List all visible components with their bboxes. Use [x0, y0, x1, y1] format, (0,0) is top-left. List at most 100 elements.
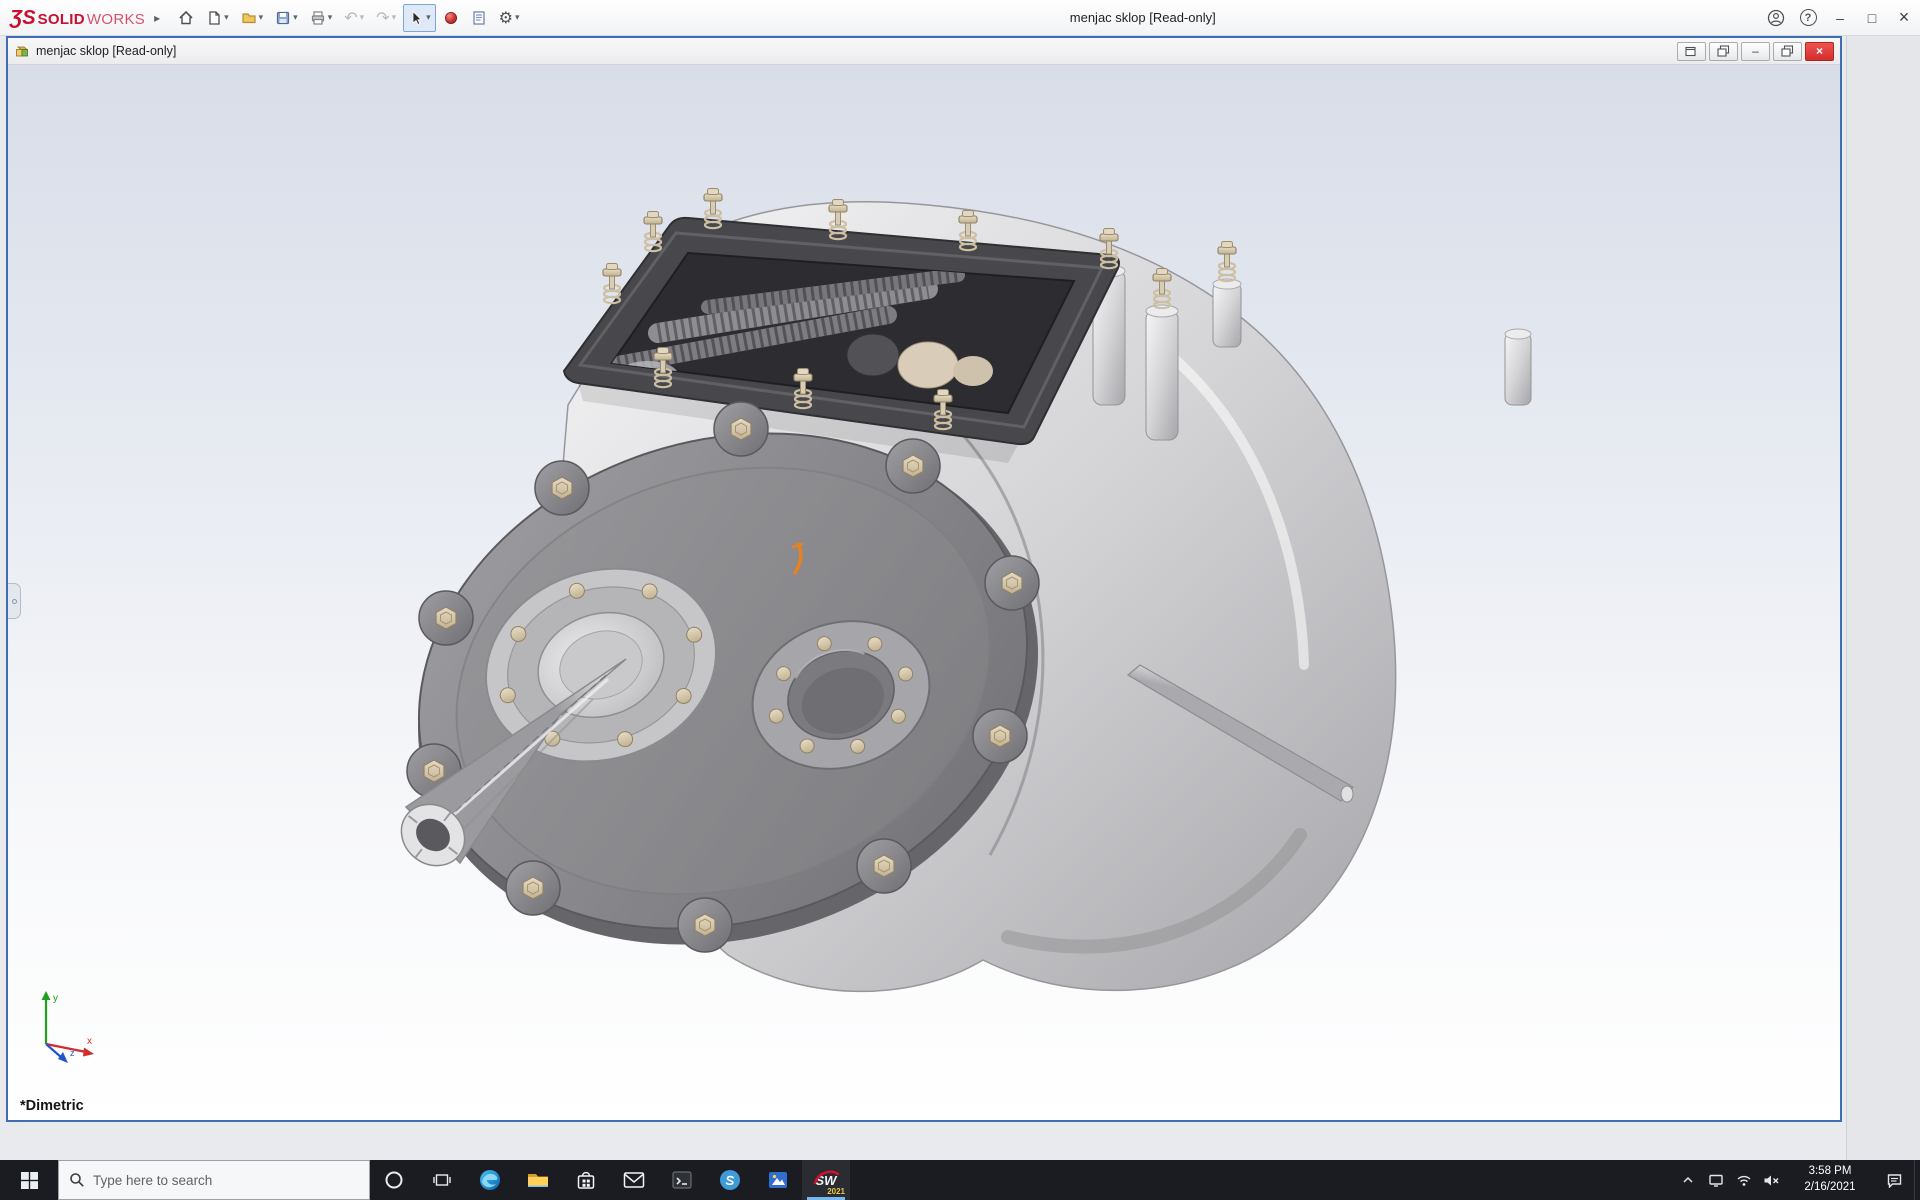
search-input[interactable]	[93, 1172, 359, 1188]
start-button[interactable]	[0, 1160, 58, 1200]
chevron-up-icon	[1683, 1176, 1693, 1183]
triad-z-label: z	[70, 1048, 75, 1058]
redo-dropdown-icon[interactable]: ▾	[392, 13, 397, 23]
open-dropdown-icon[interactable]: ▾	[259, 13, 264, 23]
clock-time: 3:58 PM	[1808, 1165, 1852, 1178]
sign-in-button[interactable]	[1760, 0, 1792, 36]
microsoft-store-button[interactable]	[562, 1160, 610, 1200]
gear-icon: ⚙	[498, 7, 513, 27]
app-titlebar: ƷS SOLID WORKS ▸ ▾ ▾ ▾ ▾ ↶ ▾ ↷ ▾ ▾ ⚙ ▾ m…	[0, 0, 1920, 36]
toolbar-expander-icon[interactable]: ▸	[154, 11, 160, 25]
solidworks-app-icon: SW 2021	[811, 1166, 845, 1196]
new-window-icon	[1685, 45, 1698, 57]
options-button[interactable]: ⚙ ▾	[494, 4, 525, 32]
photos-button[interactable]	[754, 1160, 802, 1200]
photos-icon	[769, 1172, 787, 1188]
skype-button[interactable]	[706, 1160, 754, 1200]
view-orientation-label: *Dimetric	[20, 1098, 84, 1114]
solidworks-app-button[interactable]: SW 2021	[802, 1160, 850, 1200]
task-pane-collapsed[interactable]	[1846, 36, 1920, 1160]
home-button[interactable]	[173, 4, 199, 32]
command-prompt-button[interactable]	[658, 1160, 706, 1200]
maximize-app-button[interactable]: □	[1856, 0, 1888, 36]
taskbar-clock[interactable]: 3:58 PM 2/16/2021	[1786, 1164, 1874, 1195]
logo-text-works: WORKS	[86, 10, 146, 28]
select-tool-dropdown-icon[interactable]: ▾	[426, 13, 431, 23]
select-tool-button[interactable]: ▾	[403, 3, 436, 32]
minimize-document-button[interactable]: –	[1741, 41, 1770, 61]
close-app-button[interactable]: ×	[1888, 0, 1920, 36]
help-icon: ?	[1799, 9, 1817, 26]
search-icon	[70, 1173, 84, 1187]
skype-icon	[720, 1170, 740, 1190]
file-properties-button[interactable]	[466, 4, 492, 32]
save-button[interactable]: ▾	[270, 4, 303, 32]
triad-y-label: y	[53, 993, 58, 1004]
edge-browser-button[interactable]	[466, 1160, 514, 1200]
action-center-button[interactable]	[1874, 1160, 1914, 1200]
restore-document-button[interactable]	[1773, 41, 1802, 61]
task-view-icon	[433, 1174, 451, 1186]
command-prompt-icon	[672, 1171, 692, 1189]
undo-dropdown-icon[interactable]: ▾	[360, 13, 365, 23]
task-view-button[interactable]	[418, 1160, 466, 1200]
solidworks-version-badge: 2021	[827, 1187, 845, 1196]
document-window: menjac sklop [Read-only] – × y x z *Dime…	[6, 36, 1842, 1122]
cortana-icon	[385, 1171, 403, 1189]
flyout-arrow-icon	[11, 598, 17, 604]
options-dropdown-icon[interactable]: ▾	[515, 13, 520, 23]
redo-button[interactable]: ↷ ▾	[371, 4, 401, 32]
appearance-button[interactable]	[438, 4, 464, 32]
close-document-button[interactable]: ×	[1805, 41, 1834, 61]
file-explorer-button[interactable]	[514, 1160, 562, 1200]
restore-icon	[1781, 45, 1794, 57]
minimize-app-button[interactable]: –	[1824, 0, 1856, 36]
network-tray-button[interactable]	[1730, 1160, 1758, 1200]
quick-access-toolbar: ▾ ▾ ▾ ▾ ↶ ▾ ↷ ▾ ▾ ⚙ ▾	[172, 0, 525, 35]
redo-icon: ↷	[376, 7, 390, 27]
file-explorer-icon	[528, 1174, 548, 1187]
clock-date: 2/16/2021	[1804, 1181, 1856, 1193]
file-properties-icon	[471, 10, 487, 26]
new-document-dropdown-icon[interactable]: ▾	[224, 13, 229, 23]
new-window-button[interactable]	[1677, 41, 1706, 61]
document-titlebar[interactable]: menjac sklop [Read-only] – ×	[8, 38, 1840, 65]
print-button[interactable]: ▾	[305, 4, 338, 32]
app-window-controls: ? – □ ×	[1760, 0, 1920, 35]
save-dropdown-icon[interactable]: ▾	[293, 13, 298, 23]
cascade-window-button[interactable]	[1709, 41, 1738, 61]
windows-taskbar: SW 2021	[0, 1160, 1920, 1200]
gearbox-3d-model[interactable]	[8, 65, 1840, 1120]
cascade-window-icon	[1717, 45, 1730, 57]
display-tray-button[interactable]	[1702, 1160, 1730, 1200]
print-icon	[310, 10, 326, 26]
triad-x-label: x	[87, 1036, 92, 1047]
taskbar-search[interactable]	[58, 1160, 370, 1200]
save-icon	[275, 10, 291, 26]
show-desktop-button[interactable]	[1914, 1160, 1920, 1200]
volume-tray-button[interactable]	[1758, 1160, 1786, 1200]
open-folder-icon	[241, 10, 257, 26]
undo-button[interactable]: ↶ ▾	[339, 4, 369, 32]
select-cursor-icon	[408, 10, 424, 26]
open-button[interactable]: ▾	[236, 4, 269, 32]
action-center-icon	[1887, 1174, 1901, 1188]
print-dropdown-icon[interactable]: ▾	[328, 13, 333, 23]
document-window-buttons: – ×	[1677, 41, 1834, 61]
document-title: menjac sklop [Read-only]	[36, 44, 177, 58]
mail-button[interactable]	[610, 1160, 658, 1200]
edge-icon	[480, 1170, 500, 1190]
help-button[interactable]: ?	[1792, 0, 1824, 36]
windows-logo-icon	[20, 1171, 38, 1189]
graphics-viewport[interactable]: y x z *Dimetric	[8, 65, 1840, 1120]
new-document-icon	[206, 10, 222, 26]
store-icon	[577, 1171, 595, 1189]
system-tray: 3:58 PM 2/16/2021	[1674, 1160, 1920, 1200]
logo-text-solid: SOLID	[37, 10, 85, 28]
cortana-button[interactable]	[370, 1160, 418, 1200]
new-document-button[interactable]: ▾	[201, 4, 234, 32]
solidworks-logo: ƷS SOLID WORKS	[10, 8, 145, 28]
hidden-icons-button[interactable]	[1674, 1160, 1702, 1200]
undo-icon: ↶	[344, 7, 358, 27]
featuremanager-flyout-tab[interactable]	[8, 583, 21, 619]
